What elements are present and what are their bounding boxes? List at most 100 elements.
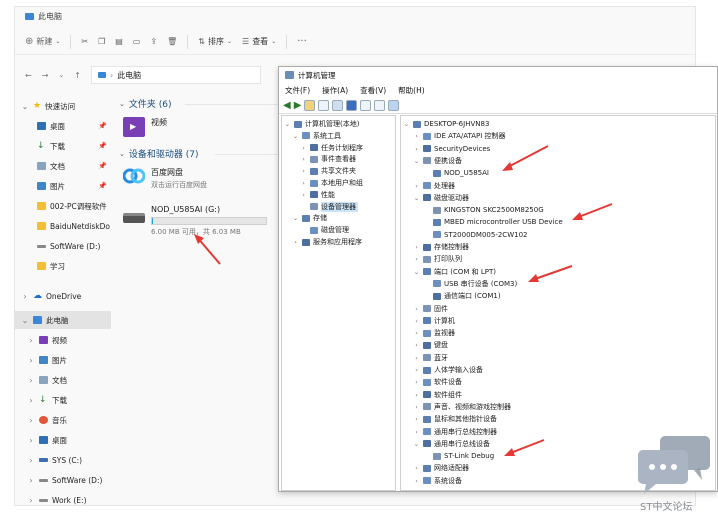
forward-icon[interactable]: → [42, 71, 49, 80]
address-field[interactable]: › 此电脑 [90, 66, 261, 84]
left_tree-node[interactable]: › 服务和应用程序 [292, 236, 362, 248]
chevron-right-icon[interactable]: › [413, 378, 420, 386]
chevron-down-icon[interactable]: ⌄ [292, 214, 299, 222]
chevron-right-icon[interactable]: › [300, 144, 307, 152]
nav-item-folder[interactable]: BaiduNetdiskDo [15, 217, 111, 235]
right_tree-node[interactable]: › 系统设备 [413, 475, 462, 487]
right_tree-node[interactable]: KINGSTON SKC2500M8250G [423, 204, 544, 216]
new-button[interactable]: ⊕ 新建 ⌄ [25, 36, 60, 47]
properties-icon[interactable] [332, 100, 344, 111]
share-icon[interactable]: ⇪ [150, 37, 157, 46]
menu-action[interactable]: 操作(A) [322, 85, 348, 96]
folders-section-header[interactable]: ⌄ 文件夹 (6) [119, 97, 172, 111]
chevron-right-icon[interactable]: › [413, 428, 420, 436]
right_tree-node[interactable]: › SecurityDevices [413, 143, 490, 155]
right_tree-node[interactable]: › 声音、视频和游戏控制器 [413, 401, 511, 413]
show-hide-tree-icon[interactable] [318, 100, 330, 111]
device-item-baidu[interactable]: 百度网盘 双击运行百度网盘 [123, 167, 207, 190]
right_tree-node[interactable]: 通信端口 (COM1) [423, 290, 501, 302]
right_tree-node[interactable]: › 键盘 [413, 339, 448, 351]
right_tree-node[interactable]: USB 串行设备 (COM3) [423, 278, 517, 290]
right_tree-node[interactable]: ⌄ DESKTOP-6JHVN83 [403, 118, 490, 130]
chevron-right-icon[interactable]: › [413, 354, 420, 362]
left_tree-node[interactable]: › 任务计划程序 [300, 142, 363, 154]
chevron-right-icon[interactable]: › [413, 317, 420, 325]
chevron-right-icon[interactable]: › [413, 366, 420, 374]
chevron-right-icon[interactable]: › [413, 329, 420, 337]
nav-item-drive[interactable]: SoftWare (D:) [15, 237, 111, 255]
left_tree-node[interactable]: 磁盘管理 [300, 224, 349, 236]
right_tree-node[interactable]: › 存储控制器 [413, 241, 469, 253]
chevron-right-icon[interactable]: › [300, 191, 307, 199]
right_tree-node[interactable]: › 鼠标和其他指针设备 [413, 413, 497, 425]
more-button[interactable]: ··· [297, 36, 307, 47]
right_tree-node[interactable]: › 通用串行总线控制器 [413, 426, 497, 438]
nav-quick-access[interactable]: ⌄ ★ 快速访问 [15, 97, 111, 115]
help-icon[interactable] [346, 100, 358, 111]
nav-item-folder[interactable]: 学习 [15, 257, 111, 275]
right_tree-node[interactable]: › 计算机 [413, 315, 455, 327]
chevron-right-icon[interactable]: › [413, 341, 420, 349]
nav-pc-pictures[interactable]: › 图片 [15, 351, 111, 369]
nav-pc-downloads[interactable]: › ↓ 下载 [15, 391, 111, 409]
left_tree-node[interactable]: ⌄ 计算机管理(本地) [284, 118, 360, 130]
chevron-right-icon[interactable]: › [413, 477, 420, 485]
right_tree-node[interactable]: › IDE ATA/ATAPI 控制器 [413, 130, 505, 142]
left_tree-node[interactable]: › 事件查看器 [300, 153, 356, 165]
delete-icon[interactable]: 🗑 [167, 37, 177, 46]
chevron-right-icon[interactable]: › [413, 305, 420, 313]
nav-pc-music[interactable]: › 音乐 [15, 411, 111, 429]
left_tree-node[interactable]: ⌄ 存储 [292, 212, 327, 224]
menu-file[interactable]: 文件(F) [285, 85, 310, 96]
chevron-right-icon[interactable]: › [300, 155, 307, 163]
chevron-right-icon[interactable]: › [413, 182, 420, 190]
chevron-right-icon[interactable]: › [413, 391, 420, 399]
menu-help[interactable]: 帮助(H) [398, 85, 425, 96]
right_tree-node[interactable]: ⌄ 磁盘驱动器 [413, 192, 469, 204]
left_tree-node[interactable]: 设备管理器 [300, 201, 358, 213]
right_tree-node[interactable]: ⌄ 便携设备 [413, 155, 462, 167]
chevron-right-icon[interactable]: › [413, 132, 420, 140]
chevron-down-icon[interactable]: ⌄ [58, 71, 64, 79]
chevron-right-icon[interactable]: › [413, 145, 420, 153]
right_tree-node[interactable]: › 处理器 [413, 180, 455, 192]
right_tree-node[interactable]: › 人体学输入设备 [413, 364, 483, 376]
chevron-down-icon[interactable]: ⌄ [292, 132, 299, 140]
paste-icon[interactable]: ▤ [115, 37, 123, 46]
back-icon[interactable]: ← [25, 71, 32, 80]
right_tree-node[interactable]: › 固件 [413, 303, 448, 315]
left_tree-node[interactable]: › 共享文件夹 [300, 165, 356, 177]
view-button[interactable]: ☰ 查看 ⌄ [242, 36, 276, 47]
chevron-right-icon[interactable]: › [413, 243, 420, 251]
nav-this-pc[interactable]: ⌄ 此电脑 [15, 311, 111, 329]
right_tree-node[interactable]: › 网络适配器 [413, 462, 469, 474]
nav-pc-drive-d[interactable]: › SoftWare (D:) [15, 471, 111, 489]
left_tree-node[interactable]: › 本地用户和组 [300, 177, 363, 189]
chevron-down-icon[interactable]: ⌄ [413, 194, 420, 202]
sort-button[interactable]: ⇅ 排序 ⌄ [198, 36, 232, 47]
right_tree-node[interactable]: NOD_U585AI [423, 167, 489, 179]
up-folder-icon[interactable] [304, 100, 316, 111]
chevron-right-icon[interactable]: › [300, 179, 307, 187]
nav-pc-desktop[interactable]: › 桌面 [15, 431, 111, 449]
nav-pc-drive-c[interactable]: › SYS (C:) [15, 451, 111, 469]
right_tree-node[interactable]: ST2000DM005-2CW102 [423, 229, 527, 241]
chevron-down-icon[interactable]: ⌄ [413, 157, 420, 165]
left_tree-node[interactable]: › 性能 [300, 189, 335, 201]
nav-item-downloads[interactable]: ↓ 下载 📌 [15, 137, 111, 155]
rename-icon[interactable]: ▭ [133, 37, 141, 46]
scan-icon[interactable] [374, 100, 386, 111]
chevron-right-icon[interactable]: › [292, 238, 299, 246]
nav-pc-drive-e[interactable]: › Work (E:) [15, 491, 111, 509]
chevron-down-icon[interactable]: ⌄ [403, 120, 410, 128]
nav-pc-documents[interactable]: › 文档 [15, 371, 111, 389]
right_tree-node[interactable]: ST-Link Debug [423, 450, 494, 462]
up-icon[interactable]: ↑ [74, 71, 81, 80]
chevron-down-icon[interactable]: ⌄ [413, 268, 420, 276]
nav-item-desktop[interactable]: 桌面 📌 [15, 117, 111, 135]
right_tree-node[interactable]: › 监视器 [413, 327, 455, 339]
right_tree-node[interactable]: ⌄ 通用串行总线设备 [413, 438, 490, 450]
back-arrow-icon[interactable]: ◀ [283, 100, 291, 111]
folder-item-videos[interactable]: ▶ 视频 [123, 117, 167, 137]
menu-view[interactable]: 查看(V) [360, 85, 386, 96]
